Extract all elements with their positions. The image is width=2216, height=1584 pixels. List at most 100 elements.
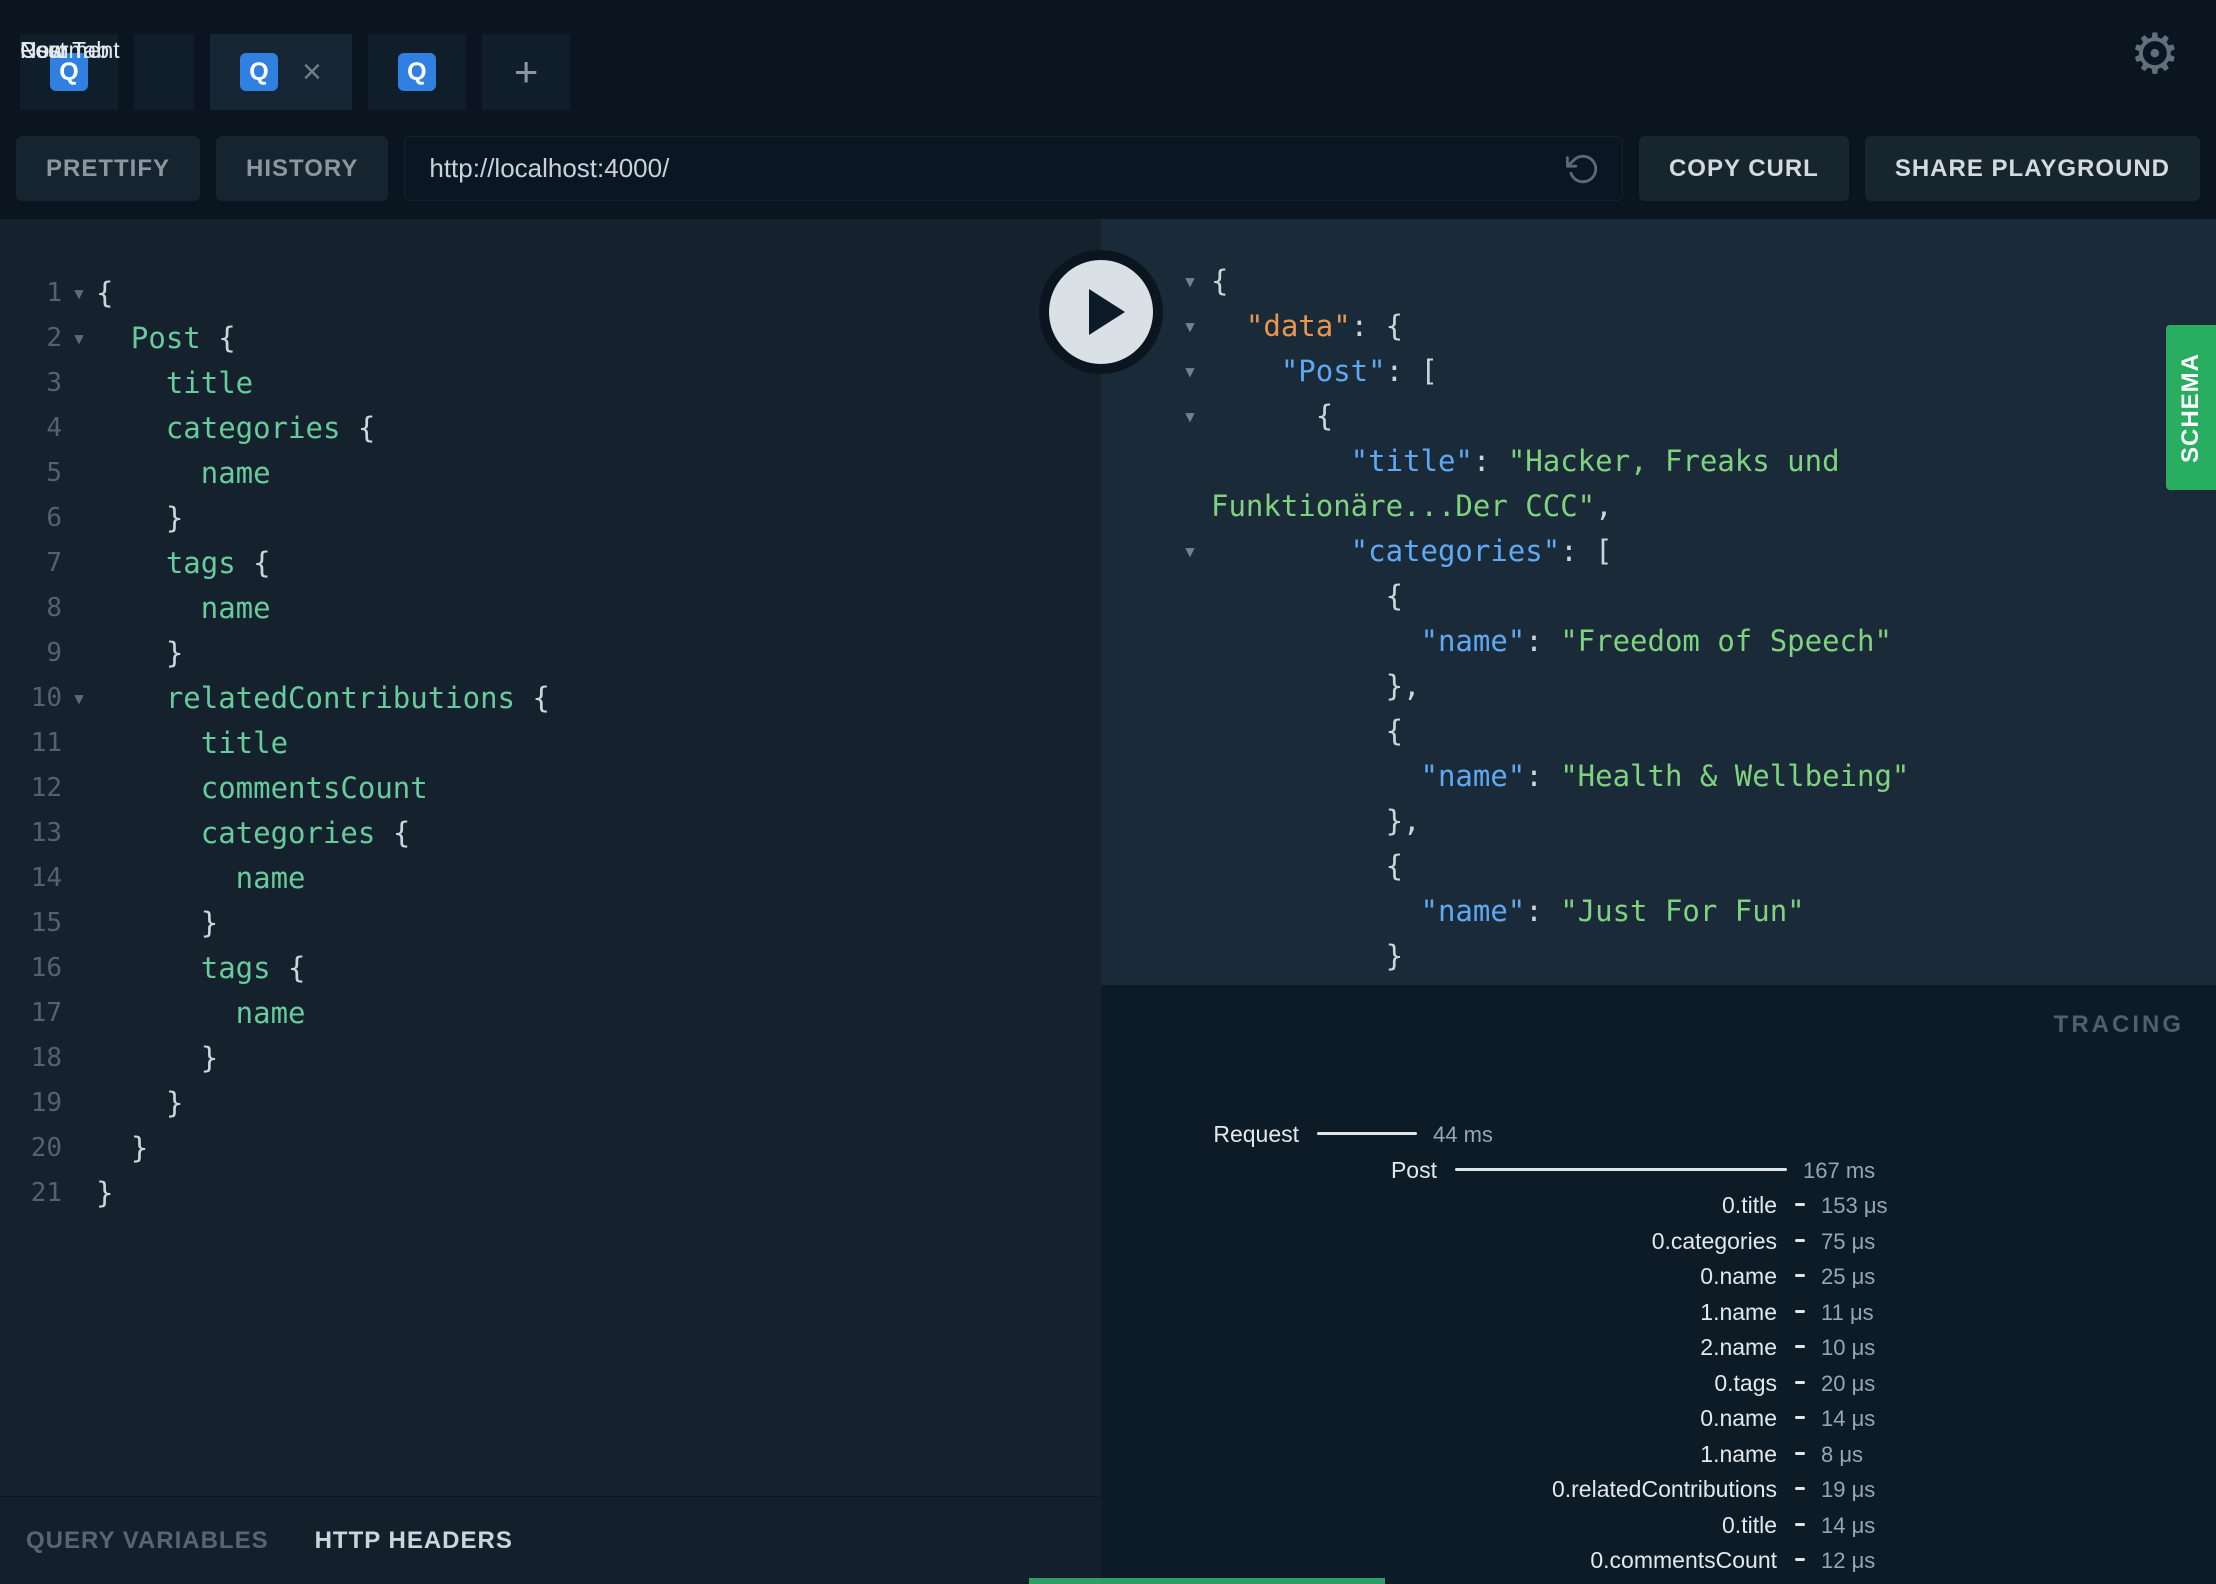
prettify-button[interactable]: PRETTIFY xyxy=(16,136,201,201)
fold-caret-icon[interactable]: ▾ xyxy=(1175,529,1205,574)
query-line-code: categories { xyxy=(96,406,376,451)
query-line-code: categories { xyxy=(96,811,411,856)
response-line-code: { xyxy=(1211,844,2021,889)
code-token: { xyxy=(515,681,550,715)
response-line: ▾ "Post": [ xyxy=(1101,349,2216,394)
tab-bar: Q User New Tab Q Post × Q Comment + xyxy=(20,34,571,110)
code-token: "Health & Wellbeing" xyxy=(1560,759,1910,793)
tracing-row: 0.name 25 μs xyxy=(1101,1260,2216,1296)
schema-tab[interactable]: SCHEMA xyxy=(2166,325,2216,490)
code-token: categories xyxy=(165,411,341,445)
tab-new-tab[interactable]: New Tab xyxy=(20,34,194,110)
settings-gear-icon[interactable]: ⚙ xyxy=(2130,26,2180,82)
tab-comment[interactable]: Q Comment xyxy=(20,34,466,110)
tracing-label: 1.name xyxy=(1700,1298,1777,1325)
query-editor-pane[interactable]: 1 ▾{2 ▾ Post {3 title 4 categories {5 name 6} 7 ta… xyxy=(0,219,1101,1496)
code-token: { xyxy=(1385,849,1404,883)
tracing-time: 153 μs xyxy=(1821,1193,1888,1218)
tracing-row: 1.name 8 μs xyxy=(1101,1438,2216,1474)
tracing-time: 11 μs xyxy=(1821,1299,1874,1325)
tracing-bar xyxy=(1795,1487,1805,1490)
line-number: 7 xyxy=(46,548,62,578)
http-headers-tab[interactable]: HTTP HEADERS xyxy=(315,1527,513,1555)
code-token: { xyxy=(1385,579,1404,613)
tracing-row: 0.name 14 μs xyxy=(1101,1402,2216,1438)
query-line: 19} xyxy=(0,1081,1101,1126)
code-token: } xyxy=(1385,939,1404,973)
copy-curl-button[interactable]: COPY CURL xyxy=(1638,136,1849,201)
code-token: "categories" xyxy=(1350,534,1561,568)
response-line-code: { xyxy=(1211,394,2021,439)
response-line: } xyxy=(1101,934,2216,979)
tracing-time: 19 μs xyxy=(1821,1477,1876,1502)
new-tab-button[interactable]: + xyxy=(481,34,571,110)
response-line: }, xyxy=(1101,664,2216,709)
query-line-code: tags { xyxy=(96,946,306,991)
fold-caret-icon[interactable]: ▾ xyxy=(1175,349,1205,394)
tracing-time: 44 ms xyxy=(1433,1122,1493,1147)
line-number: 4 xyxy=(46,413,62,443)
query-line-code: name xyxy=(96,991,306,1036)
response-pane: ▾{▾ "data": {▾ "Post": [▾{"title": "Hacker… xyxy=(1101,219,2216,985)
code-token: name xyxy=(235,861,306,895)
tracing-label: Post xyxy=(1390,1156,1437,1183)
code-token: name xyxy=(200,456,271,490)
fold-caret-icon[interactable]: ▾ xyxy=(62,316,96,361)
tracing-label: 0.name xyxy=(1700,1405,1777,1431)
tracing-label: 0.title xyxy=(1722,1511,1777,1538)
tracing-bar xyxy=(1795,1380,1805,1384)
close-tab-icon[interactable]: × xyxy=(302,55,322,89)
tracing-bar xyxy=(1795,1345,1805,1348)
fold-caret-icon[interactable]: ▾ xyxy=(62,271,96,316)
query-line: 11 title xyxy=(0,721,1101,766)
query-line-code: commentsCount xyxy=(96,766,428,811)
code-token: }, xyxy=(1385,804,1421,838)
execute-button[interactable] xyxy=(1039,250,1163,374)
response-line-code: "name": "Health & Wellbeing" xyxy=(1211,754,2021,799)
query-line: 5 name xyxy=(0,451,1101,496)
tracing-label: 0.name xyxy=(1700,1263,1777,1289)
response-line-code: "name": "Just For Fun" xyxy=(1211,889,2021,934)
code-token: } xyxy=(130,1131,149,1165)
tracing-time: 25 μs xyxy=(1821,1264,1876,1289)
tracing-row: 0.relatedContributions 19 μs xyxy=(1101,1473,2216,1509)
endpoint-url-bar[interactable]: http://localhost:4000/ xyxy=(404,136,1623,201)
query-line-code: } xyxy=(96,496,183,541)
history-button[interactable]: HISTORY xyxy=(216,136,389,201)
code-token: { xyxy=(1385,714,1404,748)
query-variables-tab[interactable]: QUERY VARIABLES xyxy=(26,1527,269,1555)
code-token: "Hacker, Freaks und Funktionäre...Der CC… xyxy=(1211,444,1858,523)
query-line-code: title xyxy=(96,721,288,766)
code-token: name xyxy=(200,591,271,625)
tracing-bar xyxy=(1795,1238,1805,1242)
fold-caret-icon[interactable]: ▾ xyxy=(1175,259,1205,304)
tab-label: Comment xyxy=(20,37,120,63)
query-line: 8 name xyxy=(0,586,1101,631)
fold-caret-icon[interactable]: ▾ xyxy=(62,676,96,721)
code-token: } xyxy=(165,1086,184,1120)
fold-caret-icon[interactable]: ▾ xyxy=(1175,394,1205,439)
tracing-row: Request 44 ms xyxy=(1101,1118,2216,1154)
response-line: "name": "Freedom of Speech" xyxy=(1101,619,2216,664)
schema-tab-label: SCHEMA xyxy=(2177,352,2205,463)
code-token: "Just For Fun" xyxy=(1560,894,1805,928)
tab-post[interactable]: Q Post × xyxy=(20,34,352,110)
query-line: 7 tags { xyxy=(0,541,1101,586)
reload-icon[interactable] xyxy=(1565,152,1600,186)
query-line: 1 ▾{ xyxy=(0,271,1101,316)
line-number: 12 xyxy=(30,773,62,803)
line-number: 16 xyxy=(30,953,62,983)
share-playground-button[interactable]: SHARE PLAYGROUND xyxy=(1864,136,2200,201)
fold-caret-icon[interactable]: ▾ xyxy=(1175,304,1205,349)
tracing-bar xyxy=(1795,1274,1805,1277)
code-token: : xyxy=(1525,624,1561,658)
query-line: 16 tags { xyxy=(0,946,1101,991)
endpoint-url[interactable]: http://localhost:4000/ xyxy=(429,153,669,184)
response-line: { xyxy=(1101,709,2216,754)
